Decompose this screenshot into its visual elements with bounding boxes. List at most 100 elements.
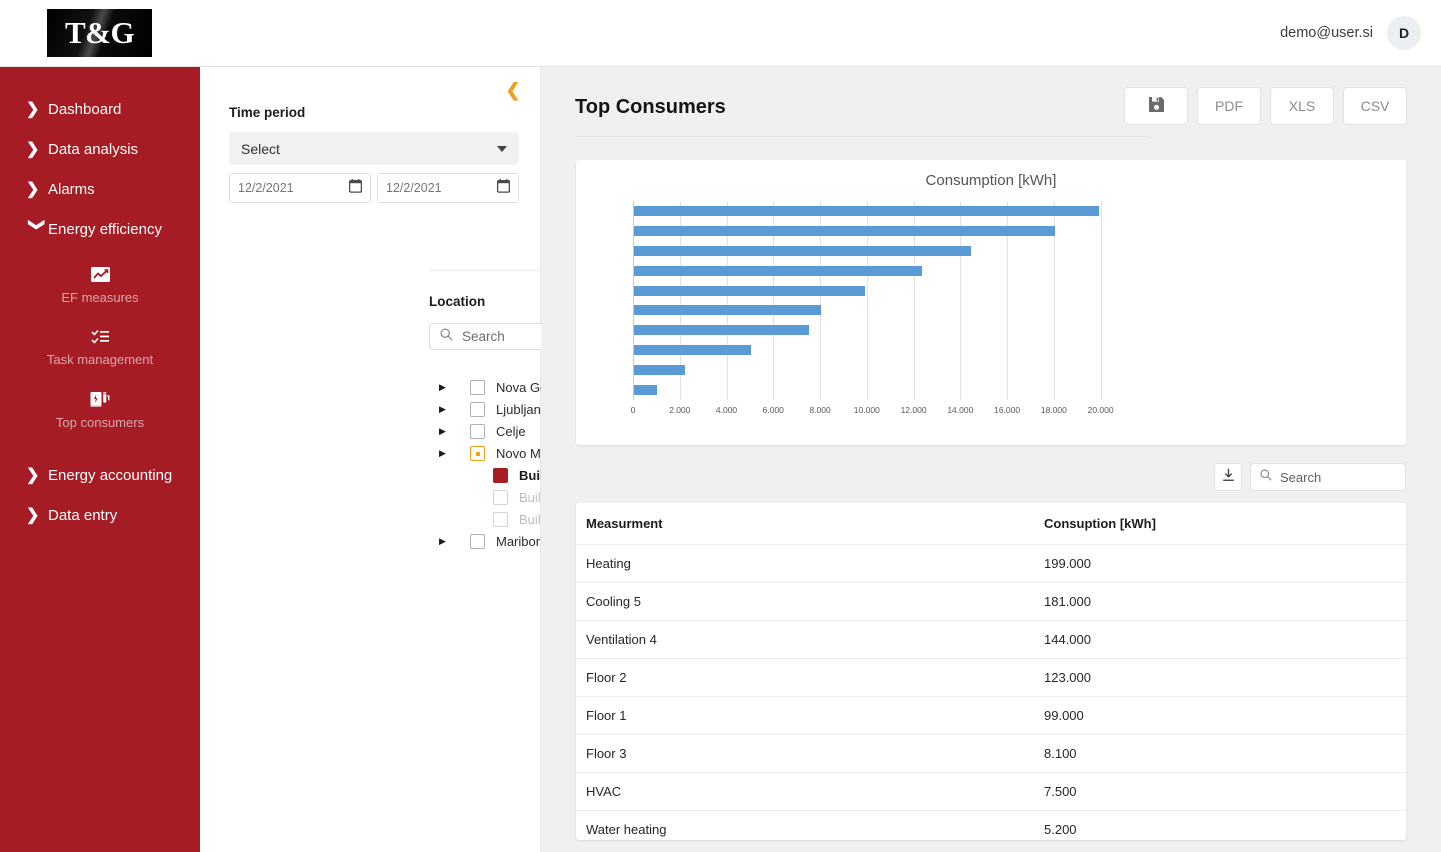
chevron-down-icon: ❯ [27, 218, 47, 240]
content-header: Top Consumers PDF XLS CSV [541, 67, 1441, 137]
tree-checkbox-checked[interactable] [493, 468, 508, 483]
column-header-consumption[interactable]: Consuption [kWh] [1034, 503, 1406, 545]
chart-x-tick-label: 20.000 [1088, 405, 1114, 415]
export-xls-button[interactable]: XLS [1270, 87, 1334, 125]
sidebar-item-top-consumers[interactable]: Top consumers [0, 379, 200, 441]
tree-checkbox[interactable] [470, 380, 485, 395]
save-button[interactable] [1124, 87, 1188, 125]
sidebar-item-dashboard[interactable]: ❯ Dashboard [0, 89, 200, 129]
time-period-label: Time period [229, 105, 519, 120]
table-search-input[interactable] [1280, 470, 1441, 485]
cell-measurement: Water heating [576, 811, 1034, 841]
cell-measurement: Heating [576, 545, 1034, 583]
sidebar-item-task-management[interactable]: Task management [0, 317, 200, 379]
measurements-table-card: Measurment Consuption [kWh] Heating199.0… [576, 503, 1406, 840]
chevron-left-icon[interactable]: ❮ [502, 79, 524, 101]
time-period-select[interactable]: Select [229, 132, 519, 165]
chart-bar[interactable] [634, 266, 922, 276]
sidebar-item-alarms[interactable]: ❯ Alarms [0, 169, 200, 209]
triangle-right-icon[interactable]: ▶ [439, 448, 455, 459]
save-disk-icon [1148, 96, 1165, 116]
cell-measurement: HVAC [576, 773, 1034, 811]
date-to-input[interactable]: 12/2/2021 [377, 173, 519, 203]
chart-x-tick-label: 4.000 [716, 405, 737, 415]
table-search-box[interactable] [1250, 463, 1406, 491]
date-from-input[interactable]: 12/2/2021 [229, 173, 371, 203]
sidebar-item-ef-measures[interactable]: EF measures [0, 255, 200, 317]
triangle-right-icon[interactable]: ▶ [439, 382, 455, 393]
chart-bar[interactable] [634, 226, 1055, 236]
sidebar-item-label: Alarms [48, 181, 95, 198]
calendar-icon[interactable] [349, 179, 362, 198]
table-row[interactable]: Floor 2123.000 [576, 659, 1406, 697]
chart-bar[interactable] [634, 385, 657, 395]
table-head: Measurment Consuption [kWh] [576, 503, 1406, 545]
cell-consumption: 144.000 [1034, 621, 1406, 659]
chart-x-tick-label: 12.000 [901, 405, 927, 415]
sidebar-sub-label: Top consumers [56, 415, 144, 430]
consumption-bar-chart: 02.0004.0006.0008.00010.00012.00014.0001… [633, 201, 1124, 400]
chart-x-tick-label: 8.000 [809, 405, 830, 415]
tree-checkbox-indeterminate[interactable] [470, 446, 485, 461]
sidebar-item-label: Energy efficiency [48, 221, 162, 238]
cell-consumption: 5.200 [1034, 811, 1406, 841]
cell-measurement: Floor 3 [576, 735, 1034, 773]
triangle-right-icon[interactable]: ▶ [439, 536, 455, 547]
table-row[interactable]: Ventilation 4144.000 [576, 621, 1406, 659]
table-row[interactable]: Heating199.000 [576, 545, 1406, 583]
chart-bar[interactable] [634, 345, 751, 355]
triangle-right-icon[interactable]: ▶ [439, 404, 455, 415]
avatar[interactable]: D [1387, 16, 1421, 50]
sidebar-item-data-analysis[interactable]: ❯ Data analysis [0, 129, 200, 169]
chart-bar[interactable] [634, 206, 1099, 216]
triangle-right-icon[interactable]: ▶ [439, 426, 455, 437]
chart-x-tick-label: 10.000 [854, 405, 880, 415]
cell-consumption: 199.000 [1034, 545, 1406, 583]
table-row[interactable]: Floor 38.100 [576, 735, 1406, 773]
sidebar-item-data-entry[interactable]: ❯ Data entry [0, 495, 200, 535]
tree-checkbox[interactable] [493, 512, 508, 527]
top-bar: T&G demo@user.si D [0, 0, 1441, 67]
tree-checkbox[interactable] [470, 424, 485, 439]
sidebar: ❯ Dashboard ❯ Data analysis ❯ Alarms ❯ E… [0, 67, 200, 852]
chart-x-tick-label: 14.000 [947, 405, 973, 415]
time-period-section: Time period Select 12/2/2021 12/2/2021 [229, 105, 519, 203]
table-row[interactable]: Water heating5.200 [576, 811, 1406, 841]
sidebar-item-label: Data analysis [48, 141, 138, 158]
tree-checkbox[interactable] [470, 534, 485, 549]
app-logo[interactable]: T&G [47, 9, 152, 57]
date-from-value: 12/2/2021 [238, 181, 294, 195]
chevron-right-icon: ❯ [26, 505, 48, 525]
sidebar-item-energy-efficiency[interactable]: ❯ Energy efficiency [0, 209, 200, 249]
chart-bar[interactable] [634, 365, 685, 375]
table-row[interactable]: HVAC7.500 [576, 773, 1406, 811]
chevron-right-icon: ❯ [26, 99, 48, 119]
chevron-right-icon: ❯ [26, 179, 48, 199]
tree-item-label: Celje [496, 424, 526, 439]
chart-bar[interactable] [634, 286, 865, 296]
chart-bar[interactable] [634, 325, 809, 335]
chart-x-tick-label: 2.000 [669, 405, 690, 415]
chart-bar[interactable] [634, 305, 821, 315]
cell-measurement: Floor 1 [576, 697, 1034, 735]
chart-bar[interactable] [634, 246, 971, 256]
export-pdf-button[interactable]: PDF [1197, 87, 1261, 125]
checklist-icon [91, 329, 109, 344]
chevron-right-icon: ❯ [26, 139, 48, 159]
export-csv-button[interactable]: CSV [1343, 87, 1407, 125]
table-row[interactable]: Floor 199.000 [576, 697, 1406, 735]
search-icon [440, 328, 453, 346]
tree-checkbox[interactable] [470, 402, 485, 417]
calendar-icon[interactable] [497, 179, 510, 198]
sidebar-item-energy-accounting[interactable]: ❯ Energy accounting [0, 455, 200, 495]
column-header-measurement[interactable]: Measurment [576, 503, 1034, 545]
cell-consumption: 123.000 [1034, 659, 1406, 697]
cell-measurement: Cooling 5 [576, 583, 1034, 621]
chart-x-tick-label: 6.000 [763, 405, 784, 415]
export-button-group: PDF XLS CSV [1124, 87, 1407, 125]
download-button[interactable] [1214, 463, 1242, 491]
sidebar-sub-label: EF measures [61, 290, 138, 305]
tree-checkbox[interactable] [493, 490, 508, 505]
user-email: demo@user.si [1280, 25, 1373, 41]
table-row[interactable]: Cooling 5181.000 [576, 583, 1406, 621]
